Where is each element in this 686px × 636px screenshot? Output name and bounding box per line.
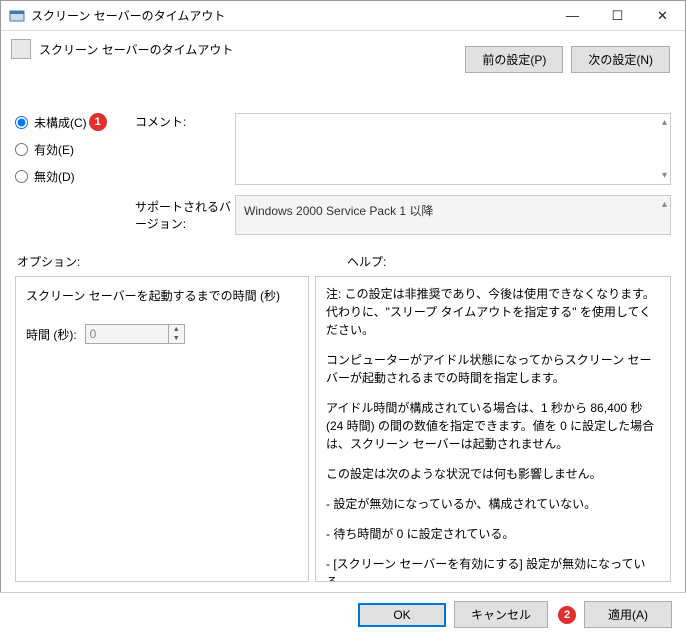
comment-textarea[interactable]: ▴ ▾ [235,113,671,185]
annotation-badge-1: 1 [89,113,107,131]
annotation-badge-2: 2 [558,606,576,624]
ok-button[interactable]: OK [358,603,446,627]
maximize-button[interactable]: ☐ [595,1,640,30]
help-text: 注: この設定は非推奨であり、今後は使用できなくなります。代わりに、"スリープ … [326,285,660,339]
radio-enabled-input[interactable] [15,143,28,156]
state-radios: 未構成(C) 1 有効(E) 無効(D) [15,113,135,195]
time-seconds-value: 0 [90,327,97,341]
spinner-up-icon[interactable]: ▲ [169,325,184,334]
scroll-up-icon: ▴ [662,199,667,210]
options-label: オプション: [15,253,347,270]
scroll-up-icon: ▴ [662,117,667,128]
radio-enabled-label: 有効(E) [34,141,74,158]
radio-disabled[interactable]: 無効(D) [15,168,135,185]
comment-label: コメント: [135,113,235,130]
radio-not-configured[interactable]: 未構成(C) 1 [15,113,135,131]
help-text: この設定は次のような状況では何も影響しません。 [326,465,660,483]
titlebar: スクリーン セーバーのタイムアウト — ☐ ✕ [1,1,685,31]
cancel-button[interactable]: キャンセル [454,601,548,628]
radio-not-configured-label: 未構成(C) [34,114,87,131]
help-text: コンピューターがアイドル状態になってからスクリーン セーバーが起動されるまでの時… [326,351,660,387]
spinner-down-icon[interactable]: ▼ [169,334,184,343]
options-panel: スクリーン セーバーを起動するまでの時間 (秒) 時間 (秒): 0 ▲ ▼ [15,276,309,582]
help-panel: 注: この設定は非推奨であり、今後は使用できなくなります。代わりに、"スリープ … [315,276,671,582]
radio-enabled[interactable]: 有効(E) [15,141,135,158]
radio-not-configured-input[interactable] [15,116,28,129]
radio-disabled-label: 無効(D) [34,168,75,185]
help-text: - 設定が無効になっているか、構成されていない。 [326,495,660,513]
help-text: - [スクリーン セーバーを有効にする] 設定が無効になっている。 [326,555,660,582]
help-label: ヘルプ: [347,253,386,270]
footer: OK キャンセル 2 適用(A) [0,592,686,636]
scroll-down-icon: ▾ [662,170,667,181]
minimize-button[interactable]: — [550,1,595,30]
time-seconds-label: 時間 (秒): [26,326,77,343]
close-button[interactable]: ✕ [640,1,685,30]
help-text: アイドル時間が構成されている場合は、1 秒から 86,400 秒 (24 時間)… [326,399,660,453]
options-title: スクリーン セーバーを起動するまでの時間 (秒) [26,287,298,304]
radio-disabled-input[interactable] [15,170,28,183]
apply-button[interactable]: 適用(A) [584,601,672,628]
window-title: スクリーン セーバーのタイムアウト [31,7,550,24]
supported-label: サポートされるバージョン: [135,198,235,232]
supported-on-text: Windows 2000 Service Pack 1 以降 [244,204,433,218]
help-text: - 待ち時間が 0 に設定されている。 [326,525,660,543]
time-seconds-spinner[interactable]: 0 ▲ ▼ [85,324,185,344]
window-icon [9,8,25,24]
supported-on-box: Windows 2000 Service Pack 1 以降 ▴ [235,195,671,235]
policy-icon [11,39,31,59]
